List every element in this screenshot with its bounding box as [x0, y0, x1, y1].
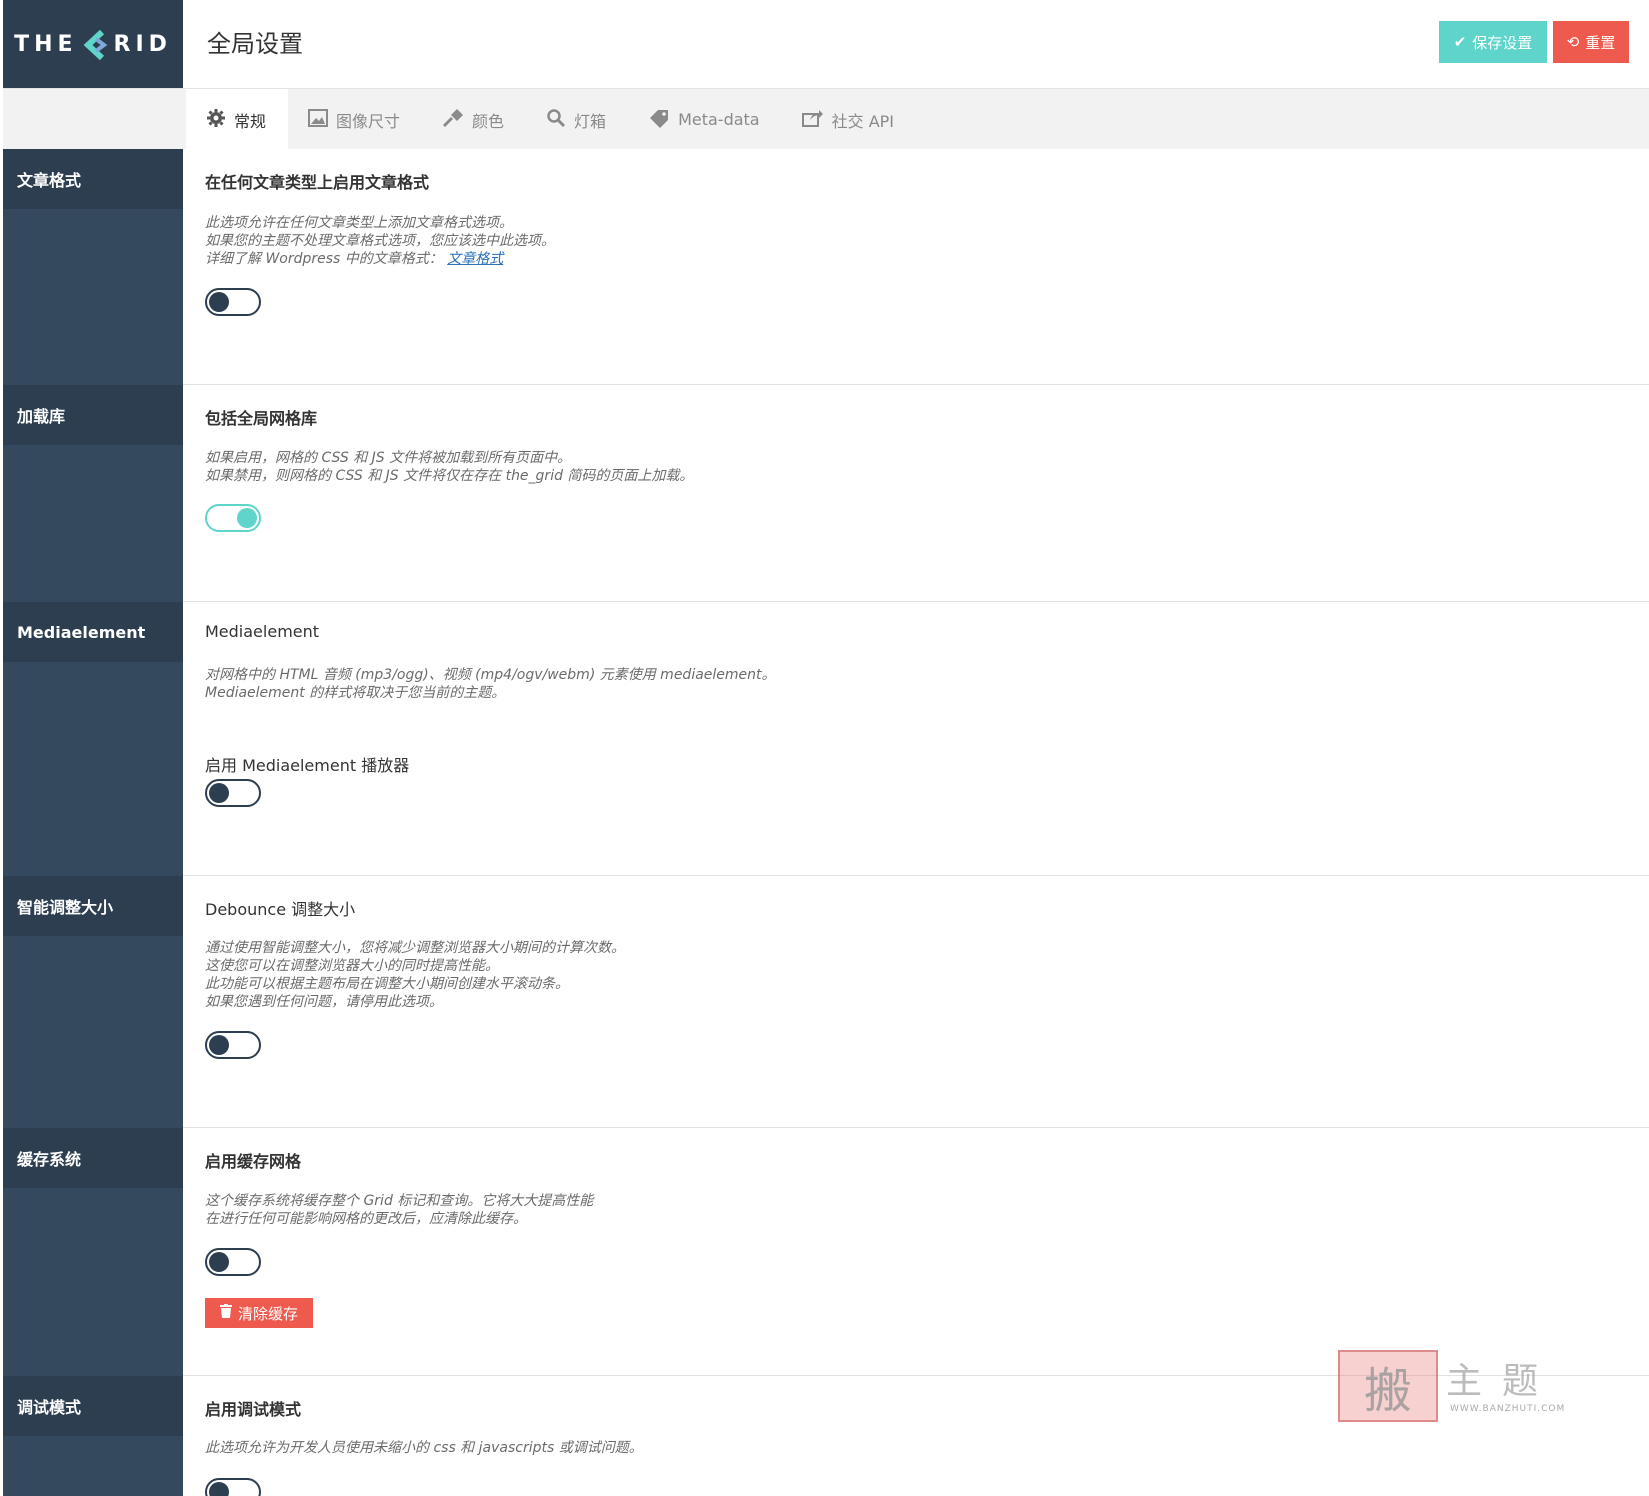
watermark-text: 主题: [1446, 1361, 1559, 1402]
tab-image-size[interactable]: 图像尺寸: [288, 89, 422, 150]
image-icon: [308, 108, 329, 132]
option-description-line: Mediaelement 的样式将取决于您当前的主题。: [205, 685, 506, 701]
settings-page: THE RID 全局设置 ✔ 保存设置 ⟲ 重置 常规 图像尺寸 颜色 灯箱 M…: [0, 0, 1649, 1496]
option-title: Mediaelement: [205, 622, 320, 641]
option-title: 启用调试模式: [205, 1400, 302, 1419]
cache-grid-toggle[interactable]: [205, 1248, 261, 1276]
option-description-line: 这个缓存系统将缓存整个 Grid 标记和查询。它将大大提高性能: [205, 1193, 594, 1209]
option-description-line: 如果启用，网格的 CSS 和 JS 文件将被加载到所有页面中。: [205, 450, 572, 466]
option-description-line: 如果您的主题不处理文章格式选项，您应该选中此选项。: [205, 233, 555, 249]
page-title: 全局设置: [207, 30, 303, 58]
section-mediaelement: Mediaelement Mediaelement 对网格中的 HTML 音频 …: [3, 602, 1649, 876]
option-title: 启用缓存网格: [205, 1152, 302, 1171]
tab-social-api[interactable]: 社交 API: [782, 89, 916, 150]
option-description-line: 详细了解 Wordpress 中的文章格式： 文章格式: [205, 251, 504, 267]
mediaelement-toggle[interactable]: [205, 779, 261, 807]
watermark: 搬 主题 WWW.BANZHUTI.COM: [1338, 1350, 1570, 1426]
clear-cache-button[interactable]: 清除缓存: [205, 1298, 313, 1328]
reset-label: 重置: [1585, 34, 1616, 52]
save-settings-label: 保存设置: [1472, 34, 1533, 52]
logo-mark-icon: [82, 29, 110, 61]
tab-label: 社交 API: [831, 111, 895, 131]
option-description-line: 这使您可以在调整浏览器大小的同时提高性能。: [205, 958, 499, 974]
trash-icon: [219, 1304, 232, 1322]
debounce-resize-toggle[interactable]: [205, 1031, 261, 1059]
tab-label: 图像尺寸: [336, 111, 401, 131]
reset-icon: ⟲: [1566, 34, 1580, 51]
section-cache: 缓存系统 启用缓存网格 这个缓存系统将缓存整个 Grid 标记和查询。它将大大提…: [3, 1128, 1649, 1376]
clear-cache-label: 清除缓存: [237, 1305, 298, 1323]
tab-label: 常规: [234, 111, 267, 131]
tab-colors[interactable]: 颜色: [422, 89, 526, 150]
option-description-line: 通过使用智能调整大小，您将减少调整浏览器大小期间的计算次数。: [205, 940, 625, 956]
debug-mode-toggle[interactable]: [205, 1478, 261, 1496]
share-icon: [801, 108, 824, 132]
tab-list: 常规 图像尺寸 颜色 灯箱 Meta-data 社交 API: [186, 89, 916, 150]
section-heading: 调试模式: [3, 1376, 183, 1436]
watermark-url: WWW.BANZHUTI.COM: [1450, 1404, 1566, 1414]
tab-meta-data[interactable]: Meta-data: [628, 89, 782, 150]
tab-label: 灯箱: [574, 111, 607, 131]
tab-label: Meta-data: [678, 110, 760, 129]
tag-icon: [648, 108, 670, 132]
option-description-line: 此功能可以根据主题布局在调整大小期间创建水平滚动条。: [205, 976, 569, 992]
tab-label: 颜色: [472, 111, 505, 131]
option-description-line: 对网格中的 HTML 音频 (mp3/ogg)、视频 (mp4/ogv/webm…: [205, 667, 776, 683]
logo-text-right: RID: [113, 31, 172, 57]
tab-general[interactable]: 常规: [186, 89, 289, 150]
option-title: 在任何文章类型上启用文章格式: [205, 173, 430, 192]
option-title: Debounce 调整大小: [205, 900, 356, 919]
logo: THE RID: [3, 0, 183, 88]
section-heading: 加载库: [3, 385, 183, 445]
section-post-format: 文章格式 在任何文章类型上启用文章格式 此选项允许在任何文章类型上添加文章格式选…: [3, 149, 1649, 385]
global-library-toggle[interactable]: [205, 504, 261, 532]
check-icon: ✔: [1453, 34, 1467, 51]
option-description-line: 如果禁用，则网格的 CSS 和 JS 文件将仅在存在 the_grid 简码的页…: [205, 468, 694, 484]
tab-lightbox[interactable]: 灯箱: [526, 89, 628, 150]
save-settings-button[interactable]: ✔ 保存设置: [1439, 21, 1547, 63]
section-smart-resize: 智能调整大小 Debounce 调整大小 通过使用智能调整大小，您将减少调整浏览…: [3, 876, 1649, 1128]
option-description-line: 此选项允许在任何文章类型上添加文章格式选项。: [205, 215, 513, 231]
post-format-link[interactable]: 文章格式: [447, 251, 503, 267]
section-heading: 文章格式: [3, 149, 183, 209]
post-format-toggle[interactable]: [205, 288, 261, 316]
brush-icon: [442, 108, 464, 132]
option-subtitle: 启用 Mediaelement 播放器: [205, 756, 410, 775]
option-title: 包括全局网格库: [205, 409, 318, 428]
section-heading: 智能调整大小: [3, 876, 183, 936]
tabs-bar: 常规 图像尺寸 颜色 灯箱 Meta-data 社交 API: [3, 88, 1649, 150]
search-icon: [546, 108, 566, 132]
option-description-line: 此选项允许为开发人员使用未缩小的 css 和 javascripts 或调试问题…: [205, 1440, 643, 1456]
section-heading: Mediaelement: [3, 602, 183, 662]
section-heading: 缓存系统: [3, 1128, 183, 1188]
watermark-seal: 搬: [1338, 1350, 1438, 1422]
option-description-line: 如果您遇到任何问题，请停用此选项。: [205, 994, 443, 1010]
section-load-library: 加载库 包括全局网格库 如果启用，网格的 CSS 和 JS 文件将被加载到所有页…: [3, 385, 1649, 602]
reset-button[interactable]: ⟲ 重置: [1553, 21, 1629, 63]
gear-icon: [206, 108, 226, 132]
option-description-line: 在进行任何可能影响网格的更改后，应清除此缓存。: [205, 1211, 527, 1227]
logo-text-left: THE: [14, 31, 78, 57]
